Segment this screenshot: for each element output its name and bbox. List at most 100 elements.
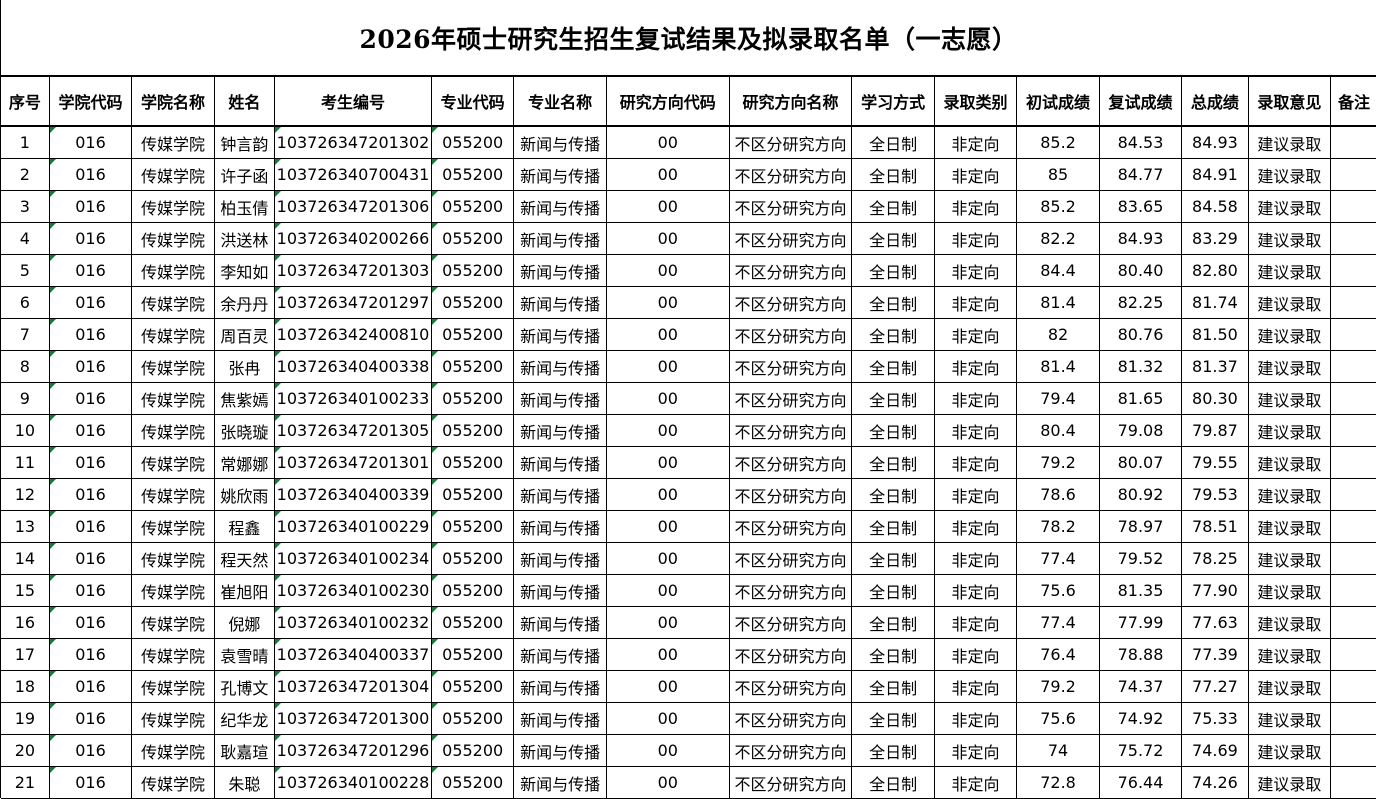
cell-admission-type[interactable]: 非定向 bbox=[933, 542, 1018, 575]
cell-direction-name[interactable]: 不区分研究方向 bbox=[728, 670, 853, 703]
cell-direction-code[interactable]: 00 bbox=[605, 222, 730, 255]
cell-remarks[interactable] bbox=[1330, 254, 1376, 287]
cell-exam-id[interactable]: 103726340100228 bbox=[274, 766, 432, 799]
cell-initial-score[interactable]: 82.2 bbox=[1016, 222, 1100, 255]
cell-retest-score[interactable]: 74.92 bbox=[1098, 702, 1183, 735]
cell-study-mode[interactable]: 全日制 bbox=[851, 286, 935, 319]
cell-retest-score[interactable]: 83.65 bbox=[1098, 190, 1183, 223]
cell-name[interactable]: 焦紫嫣 bbox=[213, 382, 276, 415]
cell-remarks[interactable] bbox=[1330, 638, 1376, 671]
cell-opinion[interactable]: 建议录取 bbox=[1247, 158, 1332, 191]
cell-total-score[interactable]: 77.27 bbox=[1181, 670, 1249, 703]
cell-seq[interactable]: 20 bbox=[1, 734, 50, 767]
cell-name[interactable]: 张晓璇 bbox=[213, 414, 276, 447]
cell-remarks[interactable] bbox=[1330, 286, 1376, 319]
cell-direction-code[interactable]: 00 bbox=[605, 670, 730, 703]
cell-total-score[interactable]: 79.87 bbox=[1181, 414, 1249, 447]
cell-college-name[interactable]: 传媒学院 bbox=[131, 414, 215, 447]
col-header-initial-score[interactable]: 初试成绩 bbox=[1016, 76, 1100, 127]
cell-major-code[interactable]: 055200 bbox=[430, 478, 515, 511]
cell-direction-code[interactable]: 00 bbox=[605, 125, 730, 159]
cell-seq[interactable]: 7 bbox=[1, 318, 50, 351]
cell-study-mode[interactable]: 全日制 bbox=[851, 190, 935, 223]
cell-name[interactable]: 姚欣雨 bbox=[213, 478, 276, 511]
cell-opinion[interactable]: 建议录取 bbox=[1247, 446, 1332, 479]
cell-exam-id[interactable]: 103726340100233 bbox=[274, 382, 432, 415]
cell-retest-score[interactable]: 82.25 bbox=[1098, 286, 1183, 319]
cell-name[interactable]: 耿嘉瑄 bbox=[213, 734, 276, 767]
col-header-major-code[interactable]: 专业代码 bbox=[430, 76, 515, 127]
cell-major-name[interactable]: 新闻与传播 bbox=[513, 125, 607, 159]
cell-direction-name[interactable]: 不区分研究方向 bbox=[728, 510, 853, 543]
cell-name[interactable]: 朱聪 bbox=[213, 766, 276, 799]
cell-direction-code[interactable]: 00 bbox=[605, 542, 730, 575]
cell-initial-score[interactable]: 79.2 bbox=[1016, 670, 1100, 703]
col-header-admission-type[interactable]: 录取类别 bbox=[933, 76, 1018, 127]
cell-exam-id[interactable]: 103726340100229 bbox=[274, 510, 432, 543]
cell-college-code[interactable]: 016 bbox=[48, 510, 133, 543]
cell-initial-score[interactable]: 81.4 bbox=[1016, 286, 1100, 319]
cell-initial-score[interactable]: 77.4 bbox=[1016, 542, 1100, 575]
cell-initial-score[interactable]: 78.2 bbox=[1016, 510, 1100, 543]
cell-name[interactable]: 纪华龙 bbox=[213, 702, 276, 735]
cell-admission-type[interactable]: 非定向 bbox=[933, 606, 1018, 639]
cell-major-name[interactable]: 新闻与传播 bbox=[513, 414, 607, 447]
cell-major-name[interactable]: 新闻与传播 bbox=[513, 542, 607, 575]
cell-total-score[interactable]: 84.91 bbox=[1181, 158, 1249, 191]
cell-direction-code[interactable]: 00 bbox=[605, 446, 730, 479]
cell-college-code[interactable]: 016 bbox=[48, 382, 133, 415]
cell-total-score[interactable]: 78.51 bbox=[1181, 510, 1249, 543]
cell-initial-score[interactable]: 85 bbox=[1016, 158, 1100, 191]
cell-direction-name[interactable]: 不区分研究方向 bbox=[728, 574, 853, 607]
cell-initial-score[interactable]: 80.4 bbox=[1016, 414, 1100, 447]
cell-major-code[interactable]: 055200 bbox=[430, 318, 515, 351]
cell-major-name[interactable]: 新闻与传播 bbox=[513, 382, 607, 415]
cell-college-name[interactable]: 传媒学院 bbox=[131, 222, 215, 255]
cell-total-score[interactable]: 78.25 bbox=[1181, 542, 1249, 575]
cell-opinion[interactable]: 建议录取 bbox=[1247, 542, 1332, 575]
cell-exam-id[interactable]: 103726347201304 bbox=[274, 670, 432, 703]
cell-initial-score[interactable]: 85.2 bbox=[1016, 125, 1100, 159]
cell-major-name[interactable]: 新闻与传播 bbox=[513, 510, 607, 543]
cell-major-name[interactable]: 新闻与传播 bbox=[513, 638, 607, 671]
cell-admission-type[interactable]: 非定向 bbox=[933, 158, 1018, 191]
cell-direction-code[interactable]: 00 bbox=[605, 254, 730, 287]
cell-direction-name[interactable]: 不区分研究方向 bbox=[728, 382, 853, 415]
cell-retest-score[interactable]: 79.52 bbox=[1098, 542, 1183, 575]
cell-college-code[interactable]: 016 bbox=[48, 766, 133, 799]
cell-study-mode[interactable]: 全日制 bbox=[851, 478, 935, 511]
cell-remarks[interactable] bbox=[1330, 158, 1376, 191]
cell-admission-type[interactable]: 非定向 bbox=[933, 318, 1018, 351]
cell-study-mode[interactable]: 全日制 bbox=[851, 670, 935, 703]
col-header-direction-name[interactable]: 研究方向名称 bbox=[728, 76, 853, 127]
cell-major-code[interactable]: 055200 bbox=[430, 222, 515, 255]
cell-total-score[interactable]: 84.58 bbox=[1181, 190, 1249, 223]
cell-major-name[interactable]: 新闻与传播 bbox=[513, 766, 607, 799]
cell-college-name[interactable]: 传媒学院 bbox=[131, 478, 215, 511]
cell-seq[interactable]: 5 bbox=[1, 254, 50, 287]
cell-college-name[interactable]: 传媒学院 bbox=[131, 318, 215, 351]
cell-seq[interactable]: 8 bbox=[1, 350, 50, 383]
cell-major-name[interactable]: 新闻与传播 bbox=[513, 286, 607, 319]
cell-college-code[interactable]: 016 bbox=[48, 606, 133, 639]
cell-study-mode[interactable]: 全日制 bbox=[851, 125, 935, 159]
cell-major-code[interactable]: 055200 bbox=[430, 702, 515, 735]
cell-direction-code[interactable]: 00 bbox=[605, 734, 730, 767]
cell-retest-score[interactable]: 74.37 bbox=[1098, 670, 1183, 703]
cell-college-code[interactable]: 016 bbox=[48, 574, 133, 607]
cell-opinion[interactable]: 建议录取 bbox=[1247, 190, 1332, 223]
cell-opinion[interactable]: 建议录取 bbox=[1247, 414, 1332, 447]
cell-admission-type[interactable]: 非定向 bbox=[933, 734, 1018, 767]
cell-major-name[interactable]: 新闻与传播 bbox=[513, 702, 607, 735]
cell-name[interactable]: 李知如 bbox=[213, 254, 276, 287]
cell-initial-score[interactable]: 81.4 bbox=[1016, 350, 1100, 383]
cell-exam-id[interactable]: 103726347201306 bbox=[274, 190, 432, 223]
cell-name[interactable]: 许子函 bbox=[213, 158, 276, 191]
cell-opinion[interactable]: 建议录取 bbox=[1247, 638, 1332, 671]
cell-exam-id[interactable]: 103726340400337 bbox=[274, 638, 432, 671]
cell-direction-code[interactable]: 00 bbox=[605, 574, 730, 607]
cell-opinion[interactable]: 建议录取 bbox=[1247, 766, 1332, 799]
cell-exam-id[interactable]: 103726347201297 bbox=[274, 286, 432, 319]
cell-college-code[interactable]: 016 bbox=[48, 286, 133, 319]
cell-exam-id[interactable]: 103726347201301 bbox=[274, 446, 432, 479]
